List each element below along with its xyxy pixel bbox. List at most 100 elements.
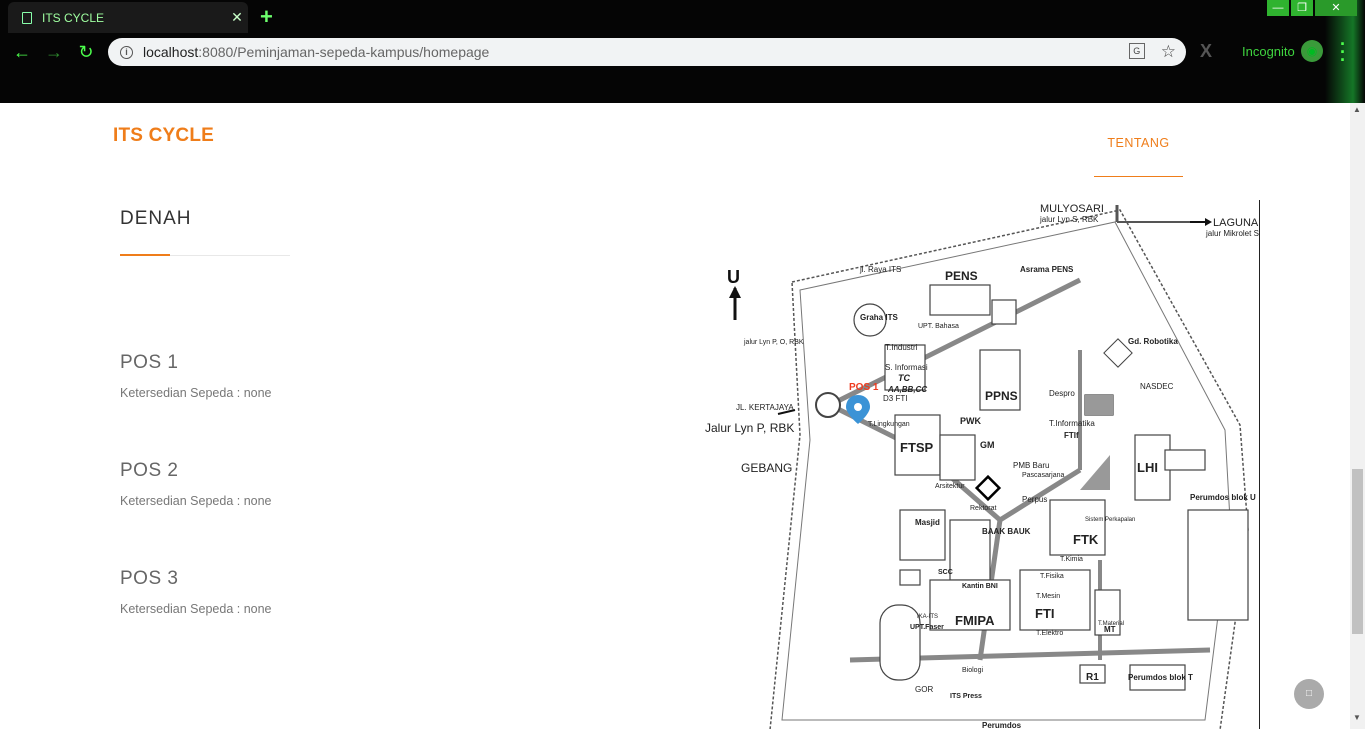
close-window-button[interactable]: ✕ bbox=[1315, 0, 1357, 16]
map-label: MT bbox=[1104, 625, 1116, 634]
pos-availability: Ketersedian Sepeda : none bbox=[120, 386, 272, 400]
back-icon[interactable]: ← bbox=[6, 42, 38, 63]
reload-icon[interactable]: ↻ bbox=[70, 42, 102, 63]
back-to-top-button[interactable]: □ bbox=[1294, 679, 1324, 709]
map-label: Gd. Robotika bbox=[1128, 337, 1178, 346]
scroll-up-icon[interactable]: ▲ bbox=[1353, 105, 1361, 114]
campus-map: U MULYOSARI jalur Lyn S, RBK LAGUNA jalu… bbox=[700, 200, 1260, 729]
map-label: S. Informasi bbox=[885, 363, 928, 372]
pos-item: POS 1 Ketersedian Sepeda : none bbox=[120, 352, 272, 400]
pos-item: POS 3 Ketersedian Sepeda : none bbox=[120, 568, 272, 616]
map-label: FMIPA bbox=[955, 613, 995, 628]
map-label: FTI bbox=[1035, 606, 1055, 621]
map-label: Jalur Lyn P, RBK bbox=[705, 421, 794, 435]
map-label: Despro bbox=[1049, 389, 1075, 398]
map-label: GOR bbox=[915, 685, 933, 694]
bookmark-star-icon[interactable]: ☆ bbox=[1161, 43, 1176, 60]
browser-tab[interactable]: ITS CYCLE ✕ bbox=[8, 2, 248, 33]
map-label: T.Industri bbox=[885, 343, 918, 352]
map-label: UPT.Faser bbox=[910, 624, 944, 631]
restore-button[interactable]: ❐ bbox=[1291, 0, 1313, 16]
map-label: GEBANG bbox=[741, 461, 792, 475]
landmark bbox=[974, 474, 1002, 502]
page-scrollbar[interactable]: ▲ ▼ bbox=[1350, 103, 1365, 729]
roundabout bbox=[815, 392, 841, 418]
map-label: BAAK BAUK bbox=[982, 527, 1031, 536]
map-label: Pascasarjana bbox=[1022, 472, 1065, 479]
map-label: AA,BB,CC bbox=[887, 385, 927, 394]
map-label: T.Fisika bbox=[1040, 573, 1064, 580]
nav-link-tentang[interactable]: TENTANG bbox=[1094, 136, 1183, 150]
pos-name: POS 2 bbox=[120, 460, 179, 481]
map-label: Biologi bbox=[962, 667, 983, 674]
map-label: Perumdos blok T bbox=[1128, 673, 1193, 682]
map-label: jalur Lyn P, O, RBK bbox=[743, 339, 804, 346]
map-label: FTIf bbox=[1064, 431, 1079, 440]
new-tab-button[interactable]: + bbox=[260, 4, 273, 30]
map-label: Perumdos bbox=[982, 721, 1022, 729]
map-label: T.Informatika bbox=[1049, 419, 1095, 428]
pos-availability: Ketersedian Sepeda : none bbox=[120, 494, 272, 508]
map-label: jalur Mikrolet S bbox=[1205, 229, 1259, 238]
map-label: PWK bbox=[960, 416, 981, 426]
browser-chrome: ITS CYCLE ✕ + — ❐ ✕ ← → ↻ i localhost :8… bbox=[0, 0, 1365, 103]
address-bar[interactable]: i localhost :8080/Peminjaman-sepeda-kamp… bbox=[108, 38, 1186, 66]
map-label: LHI bbox=[1137, 460, 1158, 475]
url-path: :8080/Peminjaman-sepeda-kampus/homepage bbox=[198, 44, 490, 60]
forward-icon[interactable]: → bbox=[38, 42, 70, 63]
map-label: Asrama PENS bbox=[1020, 265, 1074, 274]
map-label: PPNS bbox=[985, 389, 1018, 403]
extension-icon[interactable]: X bbox=[1200, 41, 1212, 62]
map-label: Arsitektur bbox=[935, 483, 965, 490]
map-label: T.Lingkungan bbox=[868, 421, 910, 428]
map-label: T.Mesin bbox=[1036, 593, 1060, 600]
tab-close-icon[interactable]: ✕ bbox=[226, 9, 248, 26]
translate-icon[interactable]: G bbox=[1128, 43, 1145, 59]
map-label: Kantin BNI bbox=[962, 583, 998, 590]
site-brand[interactable]: ITS CYCLE bbox=[113, 125, 214, 147]
map-label: TC bbox=[898, 373, 910, 383]
page-content: ITS CYCLE TENTANG DENAH POS 1 Ketersedia… bbox=[0, 103, 1350, 729]
map-label: PENS bbox=[945, 269, 978, 283]
window-controls: — ❐ ✕ bbox=[1267, 0, 1357, 16]
north-label: U bbox=[727, 267, 740, 287]
pos-availability: Ketersedian Sepeda : none bbox=[120, 602, 272, 616]
scroll-thumb[interactable] bbox=[1352, 469, 1363, 634]
map-label: Graha ITS bbox=[860, 313, 898, 322]
map-label: NASDEC bbox=[1140, 382, 1174, 391]
title-accent-bar bbox=[120, 254, 170, 256]
tab-title: ITS CYCLE bbox=[42, 10, 105, 25]
map-label: JL. KERTAJAYA bbox=[736, 403, 794, 412]
map-label: MULYOSARI bbox=[1040, 203, 1104, 215]
map-label: jalur Lyn S, RBK bbox=[1039, 215, 1099, 224]
pos1-map-marker-icon[interactable] bbox=[846, 395, 870, 424]
map-label: UPT. Bahasa bbox=[918, 323, 959, 330]
pos-name: POS 3 bbox=[120, 568, 179, 589]
scroll-down-icon[interactable]: ▼ bbox=[1353, 713, 1361, 722]
menu-icon[interactable]: · · · bbox=[1340, 35, 1346, 69]
pos-item: POS 2 Ketersedian Sepeda : none bbox=[120, 460, 272, 508]
map-label: ITS Press bbox=[950, 693, 982, 700]
map-label: T.Kimia bbox=[1060, 556, 1083, 563]
page-icon bbox=[22, 11, 32, 24]
map-label: LAGUNA bbox=[1213, 217, 1259, 229]
map-pos1-label: POS 1 bbox=[849, 382, 879, 393]
site-info-icon[interactable]: i bbox=[120, 45, 133, 59]
map-label: Perpus bbox=[1022, 495, 1047, 504]
map-label: jl. Raya ITS bbox=[859, 265, 901, 274]
map-label: R1 bbox=[1086, 672, 1099, 683]
campus-map-svg: U MULYOSARI jalur Lyn S, RBK LAGUNA jalu… bbox=[705, 203, 1259, 729]
map-label: FTSP bbox=[900, 440, 934, 455]
incognito-icon[interactable]: ◉ bbox=[1301, 40, 1323, 62]
nav-active-underline bbox=[1094, 176, 1183, 177]
map-label: Perumdos blok U bbox=[1190, 493, 1256, 502]
section-title: DENAH bbox=[120, 208, 192, 229]
browser-toolbar: ← → ↻ i localhost :8080/Peminjaman-seped… bbox=[0, 35, 1365, 69]
url-host: localhost bbox=[143, 44, 199, 60]
minimize-button[interactable]: — bbox=[1267, 0, 1289, 16]
north-arrowhead-icon bbox=[729, 286, 741, 298]
map-label: FTK bbox=[1073, 532, 1099, 547]
map-label: IKA-ITS bbox=[917, 614, 938, 620]
map-label: Sistem Perkapalan bbox=[1085, 517, 1135, 523]
map-label: PMB Baru bbox=[1013, 461, 1049, 470]
